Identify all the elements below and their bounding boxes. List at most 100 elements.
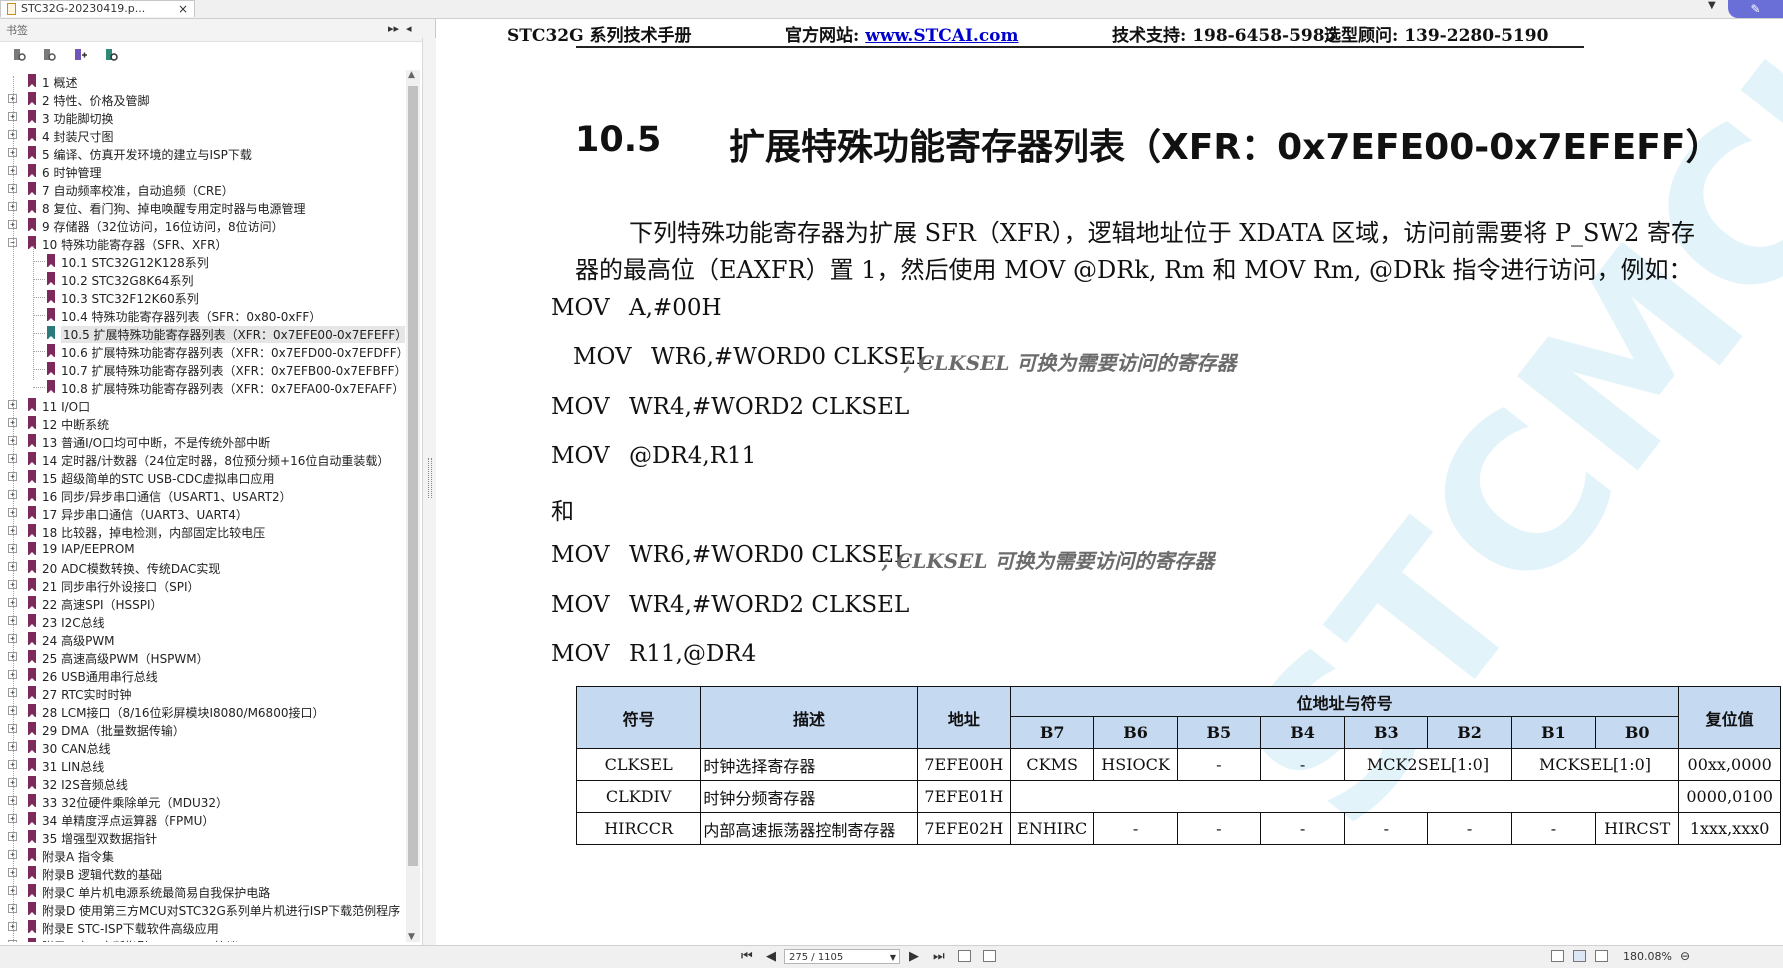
bookmark-item[interactable]: + 附录E STC-ISP下载软件高级应用: [0, 918, 405, 936]
bookmark-item[interactable]: + 附录C 单片机电源系统最简易自我保护电路: [0, 882, 405, 900]
bookmark-expand-icon[interactable]: [11, 47, 27, 63]
document-tab[interactable]: STC32G-20230419.p... ×: [0, 0, 195, 17]
bookmark-item[interactable]: +23 I2C总线: [0, 612, 405, 630]
bookmark-label: 12 中断系统: [42, 418, 110, 432]
bookmark-item[interactable]: +16 同步/异步串口通信（USART1、USART2）: [0, 486, 405, 504]
bookmark-item[interactable]: +35 增强型双数据指针: [0, 828, 405, 846]
tab-list-dropdown-icon[interactable]: ▼: [1708, 0, 1716, 11]
bookmark-item[interactable]: +31 LIN总线: [0, 756, 405, 774]
single-page-view-icon[interactable]: [1551, 950, 1564, 962]
bookmark-label: 1 概述: [42, 76, 78, 90]
bookmark-add-icon[interactable]: [72, 47, 88, 63]
two-page-view-icon[interactable]: [1595, 950, 1608, 962]
bookmark-label: 34 单精度浮点运算器（FPMU）: [42, 814, 215, 828]
bookmark-scrollbar[interactable]: ▲ ▼: [406, 70, 420, 942]
bookmark-item[interactable]: 10.3 STC32F12K60系列: [0, 288, 405, 306]
bookmark-item[interactable]: +12 中断系统: [0, 414, 405, 432]
first-page-icon[interactable]: ⏮: [741, 949, 753, 964]
bookmark-item[interactable]: +30 CAN总线: [0, 738, 405, 756]
expand-panel-icon[interactable]: ▸▸: [388, 22, 399, 35]
cell-b3-b2: MCK2SEL[1:0]: [1344, 748, 1512, 781]
bookmark-item[interactable]: +27 RTC实时时钟: [0, 684, 405, 702]
bookmark-item[interactable]: +34 单精度浮点运算器（FPMU）: [0, 810, 405, 828]
bookmark-item[interactable]: 10.5 扩展特殊功能寄存器列表（XFR：0x7EFE00-0x7EFEFF）: [0, 324, 405, 343]
bookmark-item[interactable]: +33 32位硬件乘除单元（MDU32）: [0, 792, 405, 810]
bookmark-icon: [28, 704, 36, 718]
bookmark-item[interactable]: 1 概述: [0, 72, 405, 90]
bookmark-label: 17 异步串口通信（UART3、UART4）: [42, 508, 248, 522]
bookmark-item[interactable]: 10.7 扩展特殊功能寄存器列表（XFR：0x7EFB00-0x7EFBFF）: [0, 360, 405, 378]
bookmark-item[interactable]: +25 高速高级PWM（HSPWM）: [0, 648, 405, 666]
table-row: CLKSEL 时钟选择寄存器 7EFE00H CKMS HSIOCK - - M…: [575, 748, 1781, 781]
bookmark-item[interactable]: 10.8 扩展特殊功能寄存器列表（XFR：0x7EFA00-0x7EFAFF）: [0, 378, 405, 396]
bookmark-item[interactable]: +28 LCM接口（8/16位彩屏模块I8080/M6800接口）: [0, 702, 405, 720]
bookmark-item[interactable]: +9 存储器（32位访问，16位访问，8位访问）: [0, 216, 405, 234]
bookmark-item[interactable]: 10.2 STC32G8K64系列: [0, 270, 405, 288]
bookmark-item[interactable]: +5 编译、仿真开发环境的建立与ISP下载: [0, 144, 405, 162]
bookmark-item[interactable]: +19 IAP/EEPROM: [0, 540, 405, 558]
next-page-icon[interactable]: ▶: [909, 949, 919, 964]
bookmark-icon: [28, 92, 36, 106]
zoom-level[interactable]: 180.08%: [1623, 950, 1672, 963]
continuous-view-icon[interactable]: [1573, 950, 1586, 962]
bookmark-item[interactable]: +6 时钟管理: [0, 162, 405, 180]
panel-splitter[interactable]: [422, 38, 436, 964]
bookmark-item[interactable]: 10.4 特殊功能寄存器列表（SFR：0x80-0xFF）: [0, 306, 405, 324]
site-link[interactable]: www.STCAI.com: [865, 26, 1018, 46]
bookmark-item[interactable]: 10.1 STC32G12K128系列: [0, 252, 405, 270]
bookmark-item[interactable]: +26 USB通用串行总线: [0, 666, 405, 684]
bookmark-item[interactable]: +21 同步串行外设接口（SPI）: [0, 576, 405, 594]
scrollbar-thumb[interactable]: [408, 86, 418, 866]
paste-page-icon[interactable]: [983, 950, 996, 962]
bookmark-item[interactable]: +17 异步串口通信（UART3、UART4）: [0, 504, 405, 522]
cell-address: 7EFE01H: [916, 780, 1011, 813]
scroll-down-icon[interactable]: ▼: [408, 932, 415, 942]
splitter-grip[interactable]: [428, 458, 432, 498]
bookmark-item[interactable]: + 附录B 逻辑代数的基础: [0, 864, 405, 882]
zoom-out-icon[interactable]: ⊖: [1680, 949, 1690, 963]
bookmark-icon: [28, 830, 36, 844]
bookmark-item[interactable]: +11 I/O口: [0, 396, 405, 414]
pin-panel-icon[interactable]: ◂: [406, 22, 412, 35]
bookmark-item[interactable]: +3 功能脚切换: [0, 108, 405, 126]
bookmark-item[interactable]: +8 复位、看门狗、掉电唤醒专用定时器与电源管理: [0, 198, 405, 216]
cell-b6: -: [1093, 812, 1178, 845]
close-tab-icon[interactable]: ×: [178, 1, 188, 17]
bookmark-item[interactable]: +7 自动频率校准，自动追频（CRE）: [0, 180, 405, 198]
bookmark-collapse-icon[interactable]: [41, 47, 57, 63]
bookmark-item[interactable]: −10 特殊功能寄存器（SFR、XFR）: [0, 234, 405, 252]
bookmark-item[interactable]: +18 比较器，掉电检测，内部固定比较电压: [0, 522, 405, 540]
bookmark-item[interactable]: +24 高级PWM: [0, 630, 405, 648]
bookmark-item[interactable]: +附录F 串口中断指引，MODBUS协议: [0, 936, 405, 942]
section-title: 扩展特殊功能寄存器列表（XFR：0x7EFE00-0x7EFEFF）: [729, 127, 1722, 168]
page-number-input[interactable]: 275 / 1105 ▼: [784, 949, 900, 964]
bookmark-item[interactable]: +20 ADC模数转换、传统DAC实现: [0, 558, 405, 576]
scroll-up-icon[interactable]: ▲: [408, 70, 415, 80]
header-rule: [576, 46, 1584, 48]
tree-guide: [33, 351, 45, 352]
bookmark-item[interactable]: + 附录A 指令集: [0, 846, 405, 864]
bookmark-icon: [28, 650, 36, 664]
page-dropdown-icon[interactable]: ▼: [890, 950, 896, 965]
prev-page-icon[interactable]: ◀: [766, 949, 776, 964]
app-menu-icon[interactable]: ✎: [1728, 0, 1783, 18]
header-symbol: 符号: [575, 686, 702, 749]
header-b1: B1: [1510, 716, 1597, 749]
cell-address: 7EFE02H: [916, 812, 1011, 845]
last-page-icon[interactable]: ⏭: [933, 949, 945, 964]
copy-page-icon[interactable]: [958, 950, 971, 962]
bookmark-item[interactable]: +13 普通I/O口均可中断，不是传统外部中断: [0, 432, 405, 450]
header-description: 描述: [700, 686, 918, 749]
bookmark-item[interactable]: 10.6 扩展特殊功能寄存器列表（XFR：0x7EFD00-0x7EFDFF）: [0, 342, 405, 360]
bookmark-item[interactable]: +4 封装尺寸图: [0, 126, 405, 144]
bookmark-item[interactable]: +15 超级简单的STC USB-CDC虚拟串口应用: [0, 468, 405, 486]
bookmark-item[interactable]: +29 DMA（批量数据传输）: [0, 720, 405, 738]
bookmark-item[interactable]: +32 I2S音频总线: [0, 774, 405, 792]
bookmark-item[interactable]: +22 高速SPI（HSSPI）: [0, 594, 405, 612]
bookmark-item[interactable]: +2 特性、价格及管脚: [0, 90, 405, 108]
bookmark-item[interactable]: +14 定时器/计数器（24位定时器，8位预分频+16位自动重装载）: [0, 450, 405, 468]
header-address: 地址: [916, 686, 1011, 749]
bookmark-find-icon[interactable]: [103, 47, 119, 63]
bookmark-item[interactable]: + 附录D 使用第三方MCU对STC32G系列单片机进行ISP下载范例程序: [0, 900, 405, 918]
page-header-title: STC32G 系列技术手册: [507, 26, 692, 46]
